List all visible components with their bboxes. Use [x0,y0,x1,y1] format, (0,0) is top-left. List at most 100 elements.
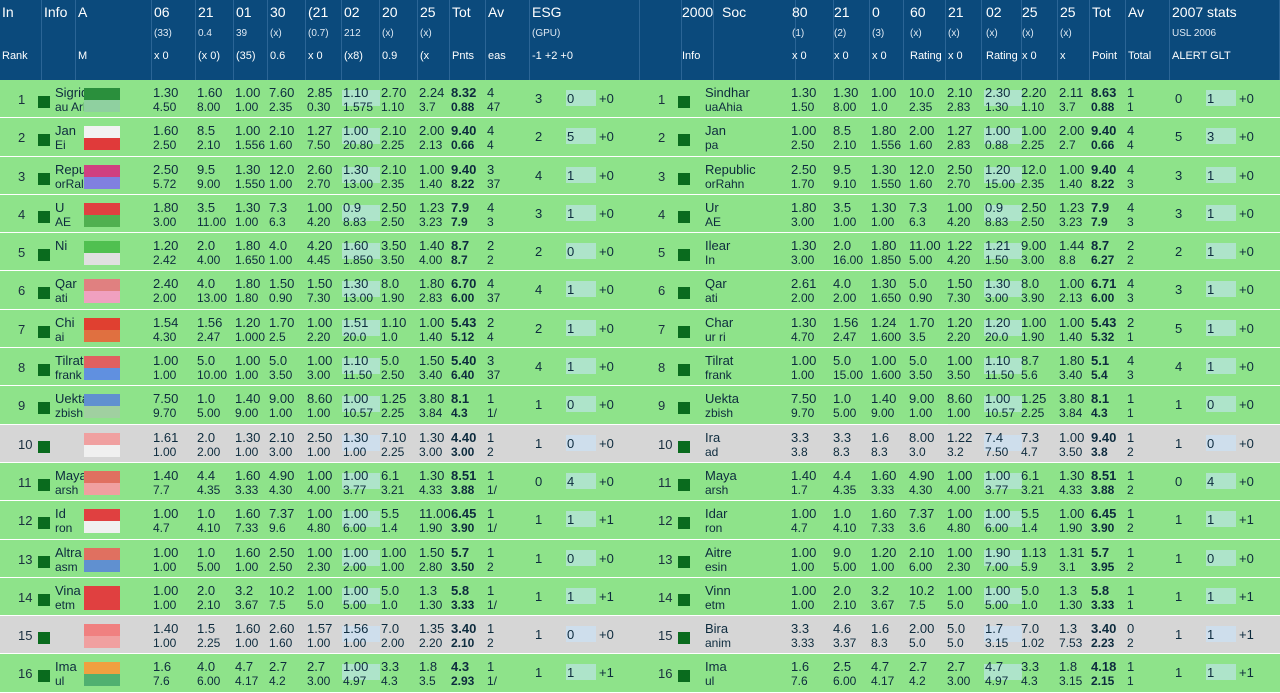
player-name[interactable]: Maya arsh [54,463,84,500]
stat-value: 1.00 [871,353,897,369]
player-name[interactable]: Ni [54,233,84,270]
table-row[interactable]: 11 Maya arsh 1.40 1.7 4.4 4.35 1.60 3.33 4.90 4.30… [640,462,1280,502]
table-row[interactable]: 5 Ni 1.20 2.42 2.0 4.00 1.80 1.650 4.0 1.00 4.20 4.… [0,233,640,272]
table-row[interactable]: 14 Vinn etm 1.00 1.00 2.0 2.10 3.2 3.67 10.2 7.5 1.… [640,577,1280,617]
column-header-9[interactable]: 20 (x) 0.9 [380,0,418,80]
column-header-2[interactable]: Soc [720,0,796,80]
table-row[interactable]: 13 Aitre esin 1.00 1.00 9.0 5.00 1.20 1.00 2.10 6.… [640,539,1280,578]
column-header-4[interactable]: 21 (2) x 0 [832,0,870,80]
player-name[interactable]: Ur AE [704,195,784,232]
player-name[interactable]: Sigridau Arhia [54,80,84,117]
column-header-0[interactable] [640,0,682,80]
column-header-7[interactable]: 21 (x) x 0 [946,0,982,80]
player-name[interactable]: Uektazbish [704,386,784,423]
player-name[interactable]: Vinn etm [704,578,784,615]
player-name[interactable]: Qar ati [704,271,784,308]
table-row[interactable]: 9Uektazbish7.509.701.05.001.409.009.001.… [640,386,1280,425]
player-name[interactable]: Tilrat frank [704,348,784,385]
table-row[interactable]: 11 Maya arsh 1.40 7.7 4.4 4.35 1.60 3.33 4.90 4.30… [0,462,640,502]
player-name[interactable]: Sindhar uaAhia [704,80,784,117]
stat-value: 4.80 [307,521,331,536]
column-header-5[interactable]: 0 (3) x 0 [870,0,904,80]
stat-value: 5.5 [1021,506,1040,522]
player-name[interactable]: Aitre esin [704,540,784,577]
column-header-1[interactable]: 2000 Info [680,0,714,80]
table-row[interactable]: 10 Ira ad 3.3 3.8 3.3 8.3 1.6 8.3 8.00 3.0 1.22 3.2 7… [640,424,1280,463]
player-name[interactable]: U AE [54,195,84,232]
column-header-2[interactable]: AM [76,0,152,80]
table-row[interactable]: 16 Ima ul 1.6 7.6 2.5 6.00 4.7 4.17 2.7 4.2 2.7 3.00… [640,654,1280,693]
player-name[interactable]: Ira ad [704,425,784,462]
column-header-4[interactable]: 21 0.4 (x 0) [196,0,234,80]
column-header-10[interactable]: 25 (x) x [1058,0,1090,80]
player-name[interactable]: Id ron [54,501,84,538]
table-row[interactable]: 8 Tilrat frank 1.00 1.00 5.0 15.00 1.00 1.600 5.0… [640,348,1280,387]
stat-value: 6.00 [343,521,367,536]
table-row[interactable]: 1Sigridau Arhia1.304.501.608.001.001.007… [0,80,640,119]
table-row[interactable]: 2 Jan pa 1.00 2.50 8.5 2.10 1.80 1.556 2.00 1.60 1.… [640,118,1280,157]
column-header-1[interactable]: Info [42,0,76,80]
table-row[interactable]: 10 1.61 1.00 2.0 2.00 1.30 1.00 2.10 3.00 2.50 1.0… [0,424,640,463]
column-header-7[interactable]: (21 (0.7) x 0 [306,0,342,80]
player-name[interactable]: Altra asm [54,540,84,577]
table-row[interactable]: 7 Char ur ri 1.30 4.70 1.56 2.47 1.24 1.600 1.70 3… [640,309,1280,349]
column-header-12[interactable]: Av eas [486,0,530,80]
esg-value: +0 [1239,435,1254,451]
player-name[interactable]: Uektazbish [54,386,84,423]
table-row[interactable]: 6 Qar ati 2.40 2.00 4.0 13.00 1.80 1.80 1.50 0.90 1… [0,271,640,310]
column-header-9[interactable]: 25 (x) x 0 [1020,0,1058,80]
column-header-11[interactable]: Tot Point [1090,0,1126,80]
column-header-6[interactable]: 30 (x) 0.6 [268,0,306,80]
player-name[interactable] [54,425,84,462]
player-name[interactable]: Idar ron [704,501,784,538]
player-name[interactable]: Qar ati [54,271,84,308]
player-name[interactable]: Ima ul [54,654,84,691]
table-row[interactable]: 3RepublicorRalin2.505.729.59.001.301.550… [0,156,640,195]
table-row[interactable]: 13 Altra asm 1.00 1.00 1.0 5.00 1.60 1.00 2.50 2.5… [0,539,640,578]
column-header-6[interactable]: 60 (x) Rating [908,0,946,80]
column-header-3[interactable]: 80 (1) x 0 [790,0,834,80]
table-row[interactable]: 5 Ilear In 1.30 3.00 2.0 16.00 1.80 1.850 11.00 5.… [640,233,1280,272]
stat-value: 1.20 [985,161,1011,177]
table-row[interactable]: 15 1.40 1.00 1.5 2.25 1.60 1.00 2.60 1.60 1.57 1.0… [0,616,640,655]
table-row[interactable]: 1 Sindhar uaAhia 1.30 1.50 1.30 8.00 1.00 1.0 10.… [640,80,1280,119]
column-header-11[interactable]: Tot Pnts [450,0,486,80]
player-name[interactable]: Chi ai [54,310,84,347]
column-header-8[interactable]: 02 (x) Rating [984,0,1022,80]
table-row[interactable]: 12 Idar ron 1.00 4.7 1.0 4.10 1.60 7.33 7.37 3.6 1.… [640,501,1280,540]
table-row[interactable]: 8 Tilrat frank 1.00 1.00 5.0 10.00 1.00 1.00 5.0 3… [0,348,640,387]
table-row[interactable]: 2 Jan Ei 1.60 2.50 8.5 2.10 1.00 1.556 2.10 1.60 1.… [0,118,640,157]
column-header-13[interactable]: ESG (GPU) -1 +2 +0 [530,0,640,80]
column-header-13[interactable]: 2007 stats USL 2006 ALERT GLT [1170,0,1280,80]
player-name[interactable]: Vina etm [54,578,84,615]
table-row[interactable]: 9Uektazbish7.509.701.05.001.409.009.001.… [0,386,640,425]
player-name[interactable]: RepublicorRalin [54,157,84,194]
stat-value: 2.50 [791,138,815,153]
column-header-12[interactable]: Av Total [1126,0,1170,80]
table-row[interactable]: 4 Ur AE 1.80 3.00 3.5 1.00 1.30 1.00 7.3 6.3 1.00 4.… [640,194,1280,234]
player-name[interactable]: Bira anim [704,616,784,653]
player-name[interactable]: Maya arsh [704,463,784,500]
player-name[interactable]: Ima ul [704,654,784,691]
column-header-3[interactable]: 06 (33) x 0 [152,0,196,80]
table-row[interactable]: 14 Vina etm 1.00 1.00 2.0 2.10 3.2 3.67 10.2 7.5 1.… [0,577,640,617]
player-name[interactable]: Jan pa [704,118,784,155]
table-row[interactable]: 16 Ima ul 1.6 7.6 4.0 6.00 4.7 4.17 2.7 4.2 2.7 3.00… [0,654,640,693]
player-name[interactable]: Republic orRahn [704,157,784,194]
column-header-5[interactable]: 01 39 (35) [234,0,268,80]
player-name[interactable] [54,616,84,653]
total-value: 3.88 [451,482,475,497]
table-row[interactable]: 7 Chi ai 1.54 4.30 1.56 2.47 1.20 1.000 1.70 2.5 1.… [0,309,640,349]
player-name[interactable]: Char ur ri [704,310,784,347]
column-header-10[interactable]: 25 (x) (x [418,0,450,80]
player-name[interactable]: Jan Ei [54,118,84,155]
column-header-8[interactable]: 02 212 (x8) [342,0,380,80]
player-name[interactable]: Tilrat frank [54,348,84,385]
column-header-0[interactable]: In Rank [0,0,42,80]
table-row[interactable]: 4 U AE 1.80 3.00 3.5 11.00 1.30 1.00 7.3 6.3 1.00 4.… [0,194,640,234]
table-row[interactable]: 12 Id ron 1.00 4.7 1.0 4.10 1.60 7.33 7.37 9.6 1.00… [0,501,640,540]
table-row[interactable]: 6 Qar ati 2.61 2.00 4.0 2.00 1.30 1.650 5.0 0.90 1.… [640,271,1280,310]
table-row[interactable]: 15 Bira anim 3.3 3.33 4.6 3.37 1.6 8.3 2.00 5.0 5.0… [640,616,1280,655]
player-name[interactable]: Ilear In [704,233,784,270]
table-row[interactable]: 3 Republic orRahn 2.50 1.70 9.5 9.10 1.30 1.550 1… [640,156,1280,195]
